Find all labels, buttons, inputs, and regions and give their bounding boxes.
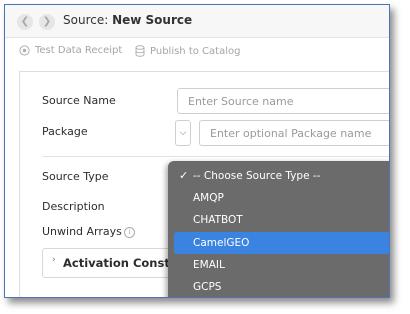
- source-type-dropdown[interactable]: ✓ -- Choose Source Type -- AMQP CHATBOT …: [168, 161, 389, 297]
- test-data-receipt-label: Test Data Receipt: [35, 45, 123, 56]
- form-divider: [42, 156, 389, 157]
- source-type-label: Source Type: [42, 170, 109, 183]
- source-name-input[interactable]: Enter Source name: [177, 88, 389, 114]
- checkmark-icon: ✓: [179, 169, 189, 182]
- chevron-left-icon: ❮: [20, 16, 30, 27]
- source-name-label: Source Name: [42, 94, 116, 107]
- info-icon[interactable]: i: [124, 227, 135, 238]
- chevron-right-icon: ›: [52, 255, 56, 265]
- test-data-receipt-button[interactable]: Test Data Receipt: [19, 45, 122, 56]
- source-type-option-chatbot[interactable]: CHATBOT: [174, 209, 389, 231]
- app-window: ❮ ❯ Source: New Source Test Data Receipt…: [4, 4, 390, 298]
- option-label: GCPS: [193, 281, 222, 293]
- window-title: Source: New Source: [63, 13, 192, 27]
- source-type-option-gcps[interactable]: GCPS: [174, 276, 389, 297]
- source-type-option-choose[interactable]: ✓ -- Choose Source Type --: [174, 165, 389, 187]
- option-label: -- Choose Source Type --: [193, 170, 321, 182]
- chevron-down-icon: ⌵: [179, 128, 187, 138]
- package-dropdown-button[interactable]: ⌵: [175, 120, 191, 146]
- package-label: Package: [42, 125, 88, 138]
- unwind-arrays-label: Unwind Arrays: [42, 225, 122, 238]
- target-icon: [19, 45, 30, 56]
- option-label: CamelGEO: [193, 237, 250, 249]
- source-type-option-email[interactable]: EMAIL: [174, 254, 389, 276]
- package-input[interactable]: Enter optional Package name: [199, 120, 389, 146]
- option-label: CHATBOT: [193, 214, 243, 226]
- chevron-right-icon: ❯: [42, 16, 52, 27]
- publish-to-catalog-button[interactable]: Publish to Catalog: [135, 45, 240, 57]
- back-button[interactable]: ❮: [17, 14, 33, 30]
- window-title-name: New Source: [112, 13, 193, 27]
- database-icon: [135, 45, 145, 57]
- publish-to-catalog-label: Publish to Catalog: [150, 45, 241, 57]
- source-type-option-amqp[interactable]: AMQP: [174, 187, 389, 209]
- option-label: EMAIL: [193, 259, 225, 271]
- forward-button[interactable]: ❯: [39, 14, 55, 30]
- title-bar: ❮ ❯ Source: New Source: [5, 5, 389, 38]
- description-label: Description: [42, 200, 105, 213]
- window-title-prefix: Source:: [63, 13, 109, 27]
- option-label: AMQP: [193, 192, 224, 204]
- toolbar: Test Data Receipt Publish to Catalog: [5, 38, 389, 64]
- source-type-option-camelgeo[interactable]: CamelGEO: [174, 232, 389, 254]
